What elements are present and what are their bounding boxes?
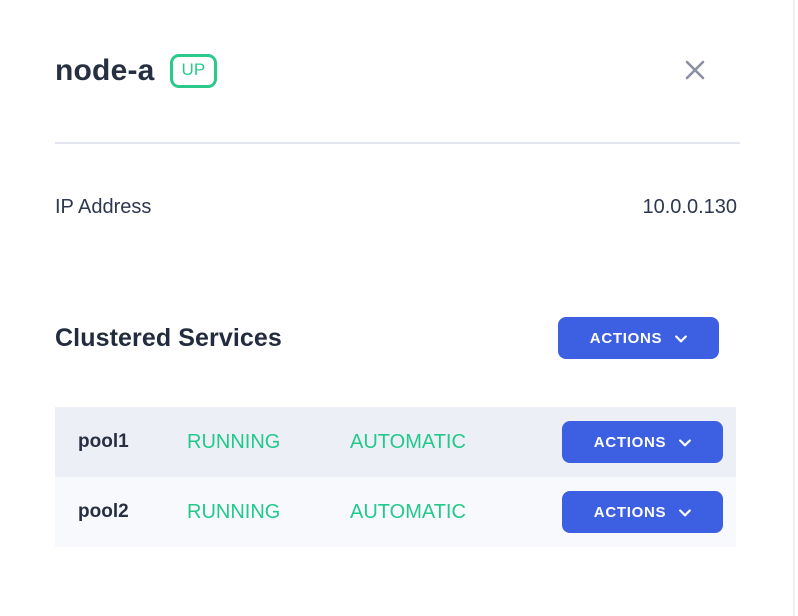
status-badge: UP	[169, 54, 218, 88]
panel-edge-divider	[793, 0, 795, 616]
actions-button-label: ACTIONS	[589, 329, 663, 347]
chevron-down-icon	[679, 434, 692, 451]
section-heading: Clustered Services	[55, 323, 282, 352]
actions-button-label: ACTIONS	[593, 433, 667, 451]
actions-button-label: ACTIONS	[593, 503, 667, 521]
service-row-pool2: pool2 RUNNING AUTOMATIC ACTIONS	[55, 477, 736, 547]
service-mode: AUTOMATIC	[350, 430, 466, 453]
ip-address-label: IP Address	[55, 196, 152, 218]
header-divider	[55, 142, 740, 144]
service-state: RUNNING	[187, 430, 281, 453]
ip-address-row: IP Address 10.0.0.130	[55, 196, 737, 219]
service-name: pool1	[78, 431, 129, 452]
panel-header: node-a UP	[55, 54, 740, 88]
chevron-down-icon	[675, 330, 688, 347]
service-row-pool1: pool1 RUNNING AUTOMATIC ACTIONS	[55, 407, 736, 477]
chevron-down-icon	[679, 504, 692, 521]
page-title: node-a	[55, 54, 155, 87]
service-name: pool2	[78, 501, 129, 522]
close-icon	[684, 59, 706, 84]
service-mode: AUTOMATIC	[350, 500, 466, 523]
services-actions-button[interactable]: ACTIONS	[558, 317, 719, 359]
clustered-services-table: pool1 RUNNING AUTOMATIC ACTIONS pool2 RU…	[55, 407, 736, 547]
service-state: RUNNING	[187, 500, 281, 523]
close-button[interactable]	[682, 58, 708, 84]
service-actions-button-pool1[interactable]: ACTIONS	[562, 421, 723, 463]
clustered-services-header: Clustered Services ACTIONS	[55, 316, 719, 360]
ip-address-value: 10.0.0.130	[642, 196, 737, 218]
node-details-panel: node-a UP IP Address 10.0.0.130 Clustere…	[0, 0, 798, 616]
service-actions-button-pool2[interactable]: ACTIONS	[562, 491, 723, 533]
